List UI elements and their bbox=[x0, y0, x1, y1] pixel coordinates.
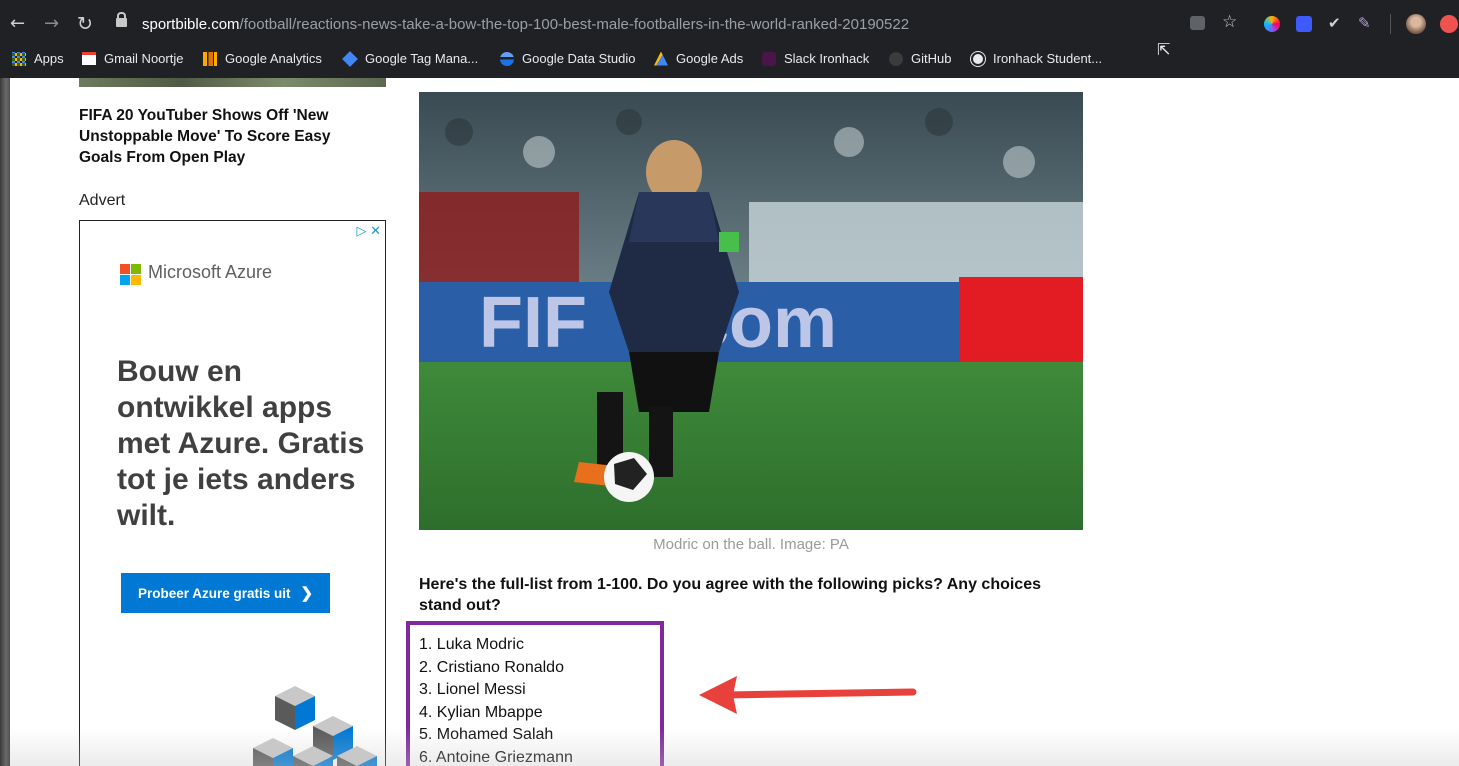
bookmark-ironhack-student[interactable]: Ironhack Student... bbox=[971, 51, 1102, 66]
ad-headline: Bouw en ontwikkel apps met Azure. Gratis… bbox=[117, 355, 365, 532]
address-bar[interactable]: sportbible.com/football/reactions-news-t… bbox=[108, 12, 1178, 40]
url-host: sportbible.com bbox=[142, 16, 240, 33]
player-list-item: 2. Cristiano Ronaldo bbox=[419, 658, 564, 676]
svg-text:FIF: FIF bbox=[479, 283, 587, 363]
bookmark-google-analytics[interactable]: Google Analytics bbox=[203, 51, 322, 66]
star-icon[interactable]: ☆ bbox=[1222, 12, 1237, 32]
chevron-right-icon: ❯ bbox=[300, 585, 314, 602]
article-photo: FIF com bbox=[419, 92, 1083, 530]
mouse-cursor-icon: ⇱ bbox=[1157, 40, 1171, 59]
bookmark-label: Apps bbox=[34, 51, 64, 66]
webpage: FIFA 20 YouTuber Shows Off 'New Unstoppa… bbox=[10, 78, 1459, 766]
advert-label: Advert bbox=[79, 192, 126, 209]
bookmark-label: Google Tag Mana... bbox=[365, 51, 479, 66]
azure-cubes-graphic bbox=[253, 686, 377, 766]
pen-extension-icon[interactable]: ✎ bbox=[1358, 13, 1371, 33]
profile-avatar[interactable] bbox=[1406, 14, 1426, 34]
bookmark-gmail[interactable]: Gmail Noortje bbox=[82, 51, 183, 66]
gmail-icon bbox=[82, 52, 96, 65]
browser-toolbar: ← → ↻ sportbible.com/football/reactions-… bbox=[0, 0, 1459, 50]
player-list-item: 6. Antoine Griezmann bbox=[419, 748, 573, 766]
github-icon bbox=[889, 51, 903, 66]
player-list: 1. Luka Modric 2. Cristiano Ronaldo 3. L… bbox=[419, 634, 573, 766]
bookmarks-bar: Apps Gmail Noortje Google Analytics Goog… bbox=[0, 40, 1459, 78]
bookmark-label: GitHub bbox=[911, 51, 952, 66]
url-path: /football/reactions-news-take-a-bow-the-… bbox=[239, 16, 910, 33]
lock-icon bbox=[116, 12, 127, 29]
bookmark-label: Google Analytics bbox=[225, 51, 322, 66]
ad-cta-label: Probeer Azure gratis uit bbox=[137, 585, 291, 601]
annotation-arrow bbox=[699, 676, 917, 714]
google-ads-icon bbox=[654, 51, 668, 66]
globe-icon bbox=[971, 51, 985, 66]
player-list-item: 3. Lionel Messi bbox=[419, 681, 526, 698]
ad-choices-icon[interactable]: ▷ ✕ bbox=[356, 223, 381, 239]
player-list-item: 1. Luka Modric bbox=[419, 636, 524, 653]
ad-cta-button[interactable]: Probeer Azure gratis uit ❯ bbox=[121, 573, 330, 613]
extension-ring-icon[interactable] bbox=[1264, 16, 1280, 32]
tag-manager-icon bbox=[342, 50, 358, 67]
bookmark-label: Ironhack Student... bbox=[993, 51, 1103, 66]
player-list-item: 4. Kylian Mbappe bbox=[419, 703, 543, 721]
analytics-icon bbox=[203, 51, 217, 66]
bookmark-apps[interactable]: Apps bbox=[12, 51, 64, 66]
bookmark-google-ads[interactable]: Google Ads bbox=[654, 51, 743, 66]
forward-arrow-icon[interactable]: → bbox=[44, 14, 59, 34]
bookmark-label: Gmail Noortje bbox=[104, 51, 184, 66]
microsoft-logo-icon bbox=[120, 264, 141, 285]
extension-box-icon[interactable] bbox=[1296, 16, 1312, 32]
article-intro: Here's the full-list from 1-100. Do you … bbox=[419, 576, 1041, 614]
update-icon[interactable] bbox=[1440, 15, 1458, 33]
bookmark-label: Google Ads bbox=[676, 51, 744, 66]
translate-icon[interactable] bbox=[1190, 16, 1205, 30]
slack-icon bbox=[762, 51, 776, 66]
bookmark-label: Google Data Studio bbox=[522, 51, 636, 66]
player-list-item: 5. Mohamed Salah bbox=[419, 726, 554, 743]
bookmark-github[interactable]: GitHub bbox=[889, 51, 951, 66]
url-text[interactable]: sportbible.com/football/reactions-news-t… bbox=[142, 16, 909, 33]
related-article-thumbnail[interactable] bbox=[79, 78, 386, 87]
related-article-title[interactable]: FIFA 20 YouTuber Shows Off 'New Unstoppa… bbox=[79, 105, 359, 168]
bookmark-slack-ironhack[interactable]: Slack Ironhack bbox=[762, 51, 869, 66]
data-studio-icon bbox=[500, 51, 514, 66]
back-arrow-icon[interactable]: ← bbox=[10, 14, 25, 34]
ad-brand: Microsoft Azure bbox=[148, 262, 273, 282]
toolbar-divider bbox=[1390, 14, 1391, 34]
azure-ad[interactable]: ▷ ✕ Microsoft Azure Bouw en ontwikkel ap… bbox=[79, 220, 386, 766]
bookmark-google-tag-manager[interactable]: Google Tag Mana... bbox=[342, 50, 479, 67]
checkmark-extension-icon[interactable]: ✔ bbox=[1328, 13, 1341, 33]
bookmark-google-data-studio[interactable]: Google Data Studio bbox=[500, 51, 635, 66]
reload-icon[interactable]: ↻ bbox=[77, 14, 93, 34]
image-caption: Modric on the ball. Image: PA bbox=[653, 536, 849, 553]
apps-grid-icon bbox=[12, 51, 26, 66]
bookmark-label: Slack Ironhack bbox=[784, 51, 870, 66]
